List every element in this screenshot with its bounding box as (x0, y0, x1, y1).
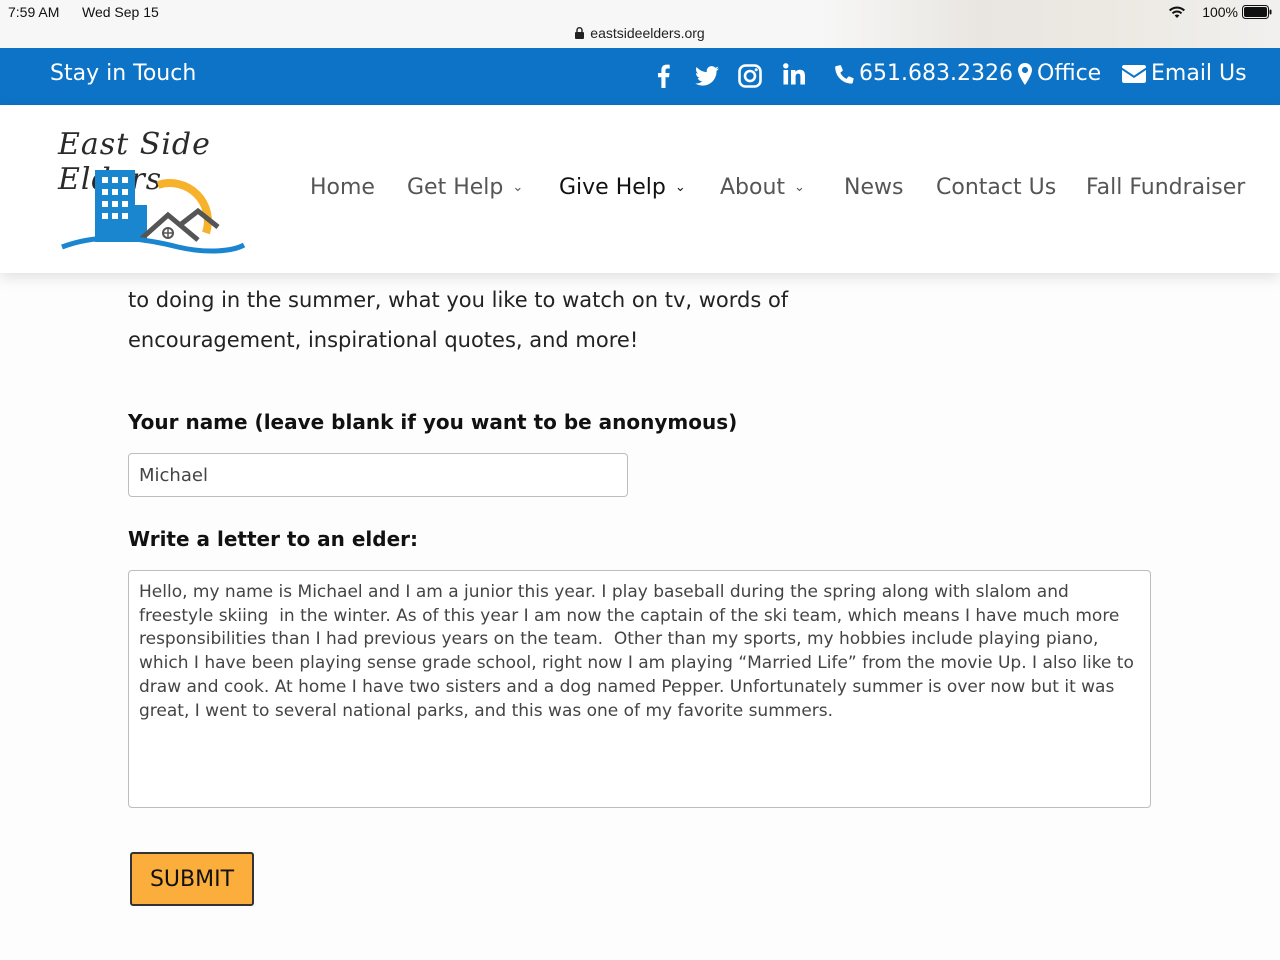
linkedin-icon[interactable] (783, 63, 805, 85)
chevron-down-icon: ⌄ (674, 180, 686, 195)
logo-graphic (61, 170, 246, 254)
map-marker-icon (1018, 62, 1032, 85)
nav-about-label: About (720, 175, 786, 200)
office-label: Office (1037, 61, 1102, 86)
name-input[interactable] (128, 453, 628, 497)
chevron-down-icon: ⌄ (512, 180, 524, 195)
nav-news-label: News (844, 175, 904, 200)
site-header: East Side Elders Home Get Help (0, 105, 1280, 273)
office-link[interactable]: Office (1018, 61, 1101, 86)
name-field-label: Your name (leave blank if you want to be… (128, 410, 738, 434)
nav-home-label: Home (310, 175, 375, 200)
site-logo[interactable]: East Side Elders (44, 115, 274, 265)
nav-give-help[interactable]: Give Help ⌄ (559, 175, 686, 200)
submit-button[interactable]: SUBMIT (130, 852, 254, 906)
nav-give-help-label: Give Help (559, 175, 666, 200)
status-bar: 7:59 AM Wed Sep 15 100% eastsideelders.o… (0, 0, 1280, 48)
lock-icon (575, 27, 585, 39)
battery-icon (1242, 5, 1272, 19)
email-label: Email Us (1151, 61, 1247, 86)
status-date: Wed Sep 15 (82, 4, 159, 20)
stay-in-touch-label: Stay in Touch (50, 61, 197, 86)
phone-icon (835, 64, 854, 84)
url-text: eastsideelders.org (590, 25, 705, 41)
nav-fall-fundraiser-label: Fall Fundraiser (1086, 175, 1246, 200)
chevron-down-icon: ⌄ (794, 180, 805, 195)
phone-number: 651.683.2326 (859, 61, 1013, 86)
nav-home[interactable]: Home (310, 175, 375, 200)
address-bar[interactable]: eastsideelders.org (0, 25, 1280, 41)
status-time: 7:59 AM (8, 4, 60, 20)
envelope-icon (1122, 64, 1146, 83)
nav-get-help-label: Get Help (407, 175, 504, 200)
nav-get-help[interactable]: Get Help ⌄ (407, 175, 523, 200)
intro-line: to doing in the summer, what you like to… (128, 288, 789, 312)
instagram-icon[interactable] (738, 64, 762, 88)
nav-contact-us[interactable]: Contact Us (936, 175, 1056, 200)
intro-paragraph: to doing in the summer, what you like to… (128, 280, 828, 360)
wifi-icon (1169, 6, 1185, 18)
nav-fall-fundraiser[interactable]: Fall Fundraiser (1086, 175, 1245, 200)
battery-percent: 100% (1202, 4, 1238, 20)
nav-about[interactable]: About ⌄ (720, 175, 805, 200)
phone-link[interactable]: 651.683.2326 (834, 61, 1013, 86)
twitter-icon[interactable] (695, 66, 719, 86)
letter-textarea[interactable]: Hello, my name is Michael and I am a jun… (128, 570, 1151, 808)
email-link[interactable]: Email Us (1122, 61, 1247, 86)
facebook-icon[interactable] (657, 64, 670, 88)
letter-field-label: Write a letter to an elder: (128, 527, 419, 551)
intro-line: encouragement, inspirational quotes, and… (128, 328, 639, 352)
nav-news[interactable]: News (844, 175, 903, 200)
nav-contact-us-label: Contact Us (936, 175, 1057, 200)
top-contact-bar: Stay in Touch 651.683.2326 Office Email … (0, 48, 1280, 105)
